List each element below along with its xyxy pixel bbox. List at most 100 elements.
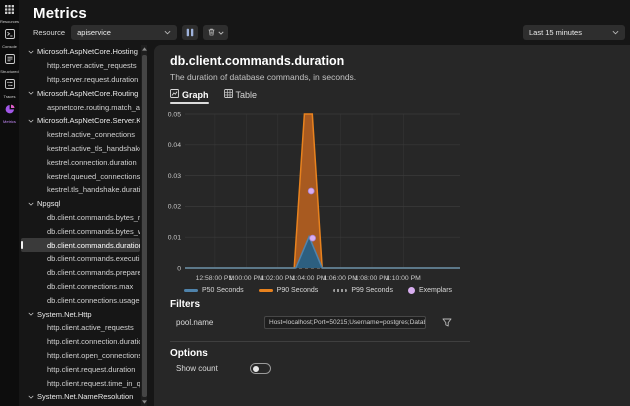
tree-item-label: http.server.request.duration — [47, 75, 138, 84]
sidebar-item-label: Metrics — [3, 120, 16, 124]
tree-item[interactable]: db.client.commands.duration — [21, 238, 140, 252]
tree-item[interactable]: http.client.connection.duration — [21, 335, 140, 349]
tree-item[interactable]: kestrel.active_connections — [21, 128, 140, 142]
tree-item[interactable]: kestrel.active_tls_handshakes — [21, 142, 140, 156]
legend-label: P90 Seconds — [277, 287, 319, 294]
tree-group-label: Npgsql — [37, 199, 60, 208]
legend-item-p50: P50 Seconds — [184, 287, 244, 294]
view-tabs: Graph Table — [170, 89, 257, 104]
scroll-down-icon[interactable] — [141, 398, 147, 406]
tree-item[interactable]: http.client.open_connections — [21, 349, 140, 363]
tab-graph[interactable]: Graph — [170, 89, 209, 104]
svg-text:1:04:00 PM: 1:04:00 PM — [292, 275, 327, 282]
remove-metrics-split-button[interactable] — [203, 25, 228, 40]
options-heading: Options — [170, 348, 208, 359]
chart-legend: P50 Seconds P90 Seconds P99 Seconds Exem… — [184, 287, 452, 294]
tree-group[interactable]: Microsoft.AspNetCore.Server.Kestrel — [21, 114, 140, 128]
toolbar: Resource apiservice Last 15 minutes — [33, 25, 625, 40]
resource-select[interactable]: apiservice — [71, 25, 177, 40]
tree-item[interactable]: http.client.request.time_in_queue — [21, 376, 140, 390]
tree-item[interactable]: db.client.connections.max — [21, 280, 140, 294]
tree-item-label: kestrel.connection.duration — [47, 158, 137, 167]
p99-swatch — [333, 289, 347, 292]
tree-group[interactable]: Npgsql — [21, 197, 140, 211]
tree-item[interactable]: db.client.commands.executing — [21, 252, 140, 266]
metrics-chart[interactable]: 12:58:00 PM1:00:00 PM1:02:00 PM1:04:00 P… — [162, 105, 472, 283]
sidebar-item-resources[interactable]: Resources — [0, 0, 19, 25]
tree-item-label: http.client.open_connections — [47, 351, 140, 360]
tab-table[interactable]: Table — [224, 89, 258, 104]
filter-value-select[interactable]: Host=localhost;Port=50215;Username=postg… — [264, 316, 426, 329]
tree-item-label: db.client.connections.usage — [47, 296, 140, 305]
table-icon — [224, 89, 233, 100]
tree-item-label: db.client.commands.bytes_written — [47, 227, 140, 236]
tree-item[interactable]: kestrel.connection.duration — [21, 155, 140, 169]
tree-item[interactable]: db.client.commands.bytes_read — [21, 211, 140, 225]
filter-name: pool.name — [176, 318, 264, 327]
tree-item[interactable]: aspnetcore.routing.match_attempts — [21, 100, 140, 114]
scrollbar-thumb[interactable] — [142, 55, 147, 397]
svg-text:0.02: 0.02 — [168, 204, 181, 211]
sidebar-item-console[interactable]: Console — [0, 25, 19, 50]
sidebar-item-traces[interactable]: Traces — [0, 75, 19, 100]
filter-funnel-icon[interactable] — [442, 318, 452, 327]
sidebar-item-metrics[interactable]: Metrics — [0, 100, 19, 125]
tree-item[interactable]: db.client.commands.prepared_ratio — [21, 266, 140, 280]
graph-icon — [170, 89, 179, 100]
tree-group-label: Microsoft.AspNetCore.Server.Kestrel — [37, 116, 140, 125]
tree-item[interactable]: db.client.commands.bytes_written — [21, 224, 140, 238]
tab-label: Table — [236, 90, 258, 100]
tree-item-label: kestrel.tls_handshake.duration — [47, 185, 140, 194]
legend-label: P99 Seconds — [351, 287, 393, 294]
tree-item-label: http.server.active_requests — [47, 61, 137, 70]
tree-group[interactable]: Microsoft.AspNetCore.Hosting — [21, 45, 140, 59]
tree-item-label: kestrel.active_tls_handshakes — [47, 144, 140, 153]
tree-item[interactable]: http.client.active_requests — [21, 321, 140, 335]
tree-item[interactable]: kestrel.queued_connections — [21, 169, 140, 183]
tree-item[interactable]: http.server.request.duration — [21, 73, 140, 87]
tree-scrollbar[interactable] — [141, 45, 147, 406]
tree-item-label: aspnetcore.routing.match_attempts — [47, 103, 140, 112]
scroll-up-icon[interactable] — [141, 45, 147, 53]
tree-group[interactable]: System.Net.NameResolution — [21, 390, 140, 404]
tree-item[interactable]: http.server.active_requests — [21, 59, 140, 73]
resource-label: Resource — [33, 28, 65, 37]
tree-item-label: db.client.commands.executing — [47, 254, 140, 263]
show-count-toggle[interactable] — [250, 363, 271, 374]
tree-group[interactable]: System.Net.Http — [21, 307, 140, 321]
svg-text:0.03: 0.03 — [168, 173, 181, 180]
tree-item[interactable]: http.client.request.duration — [21, 362, 140, 376]
chevron-down-icon — [28, 395, 34, 399]
section-divider — [170, 341, 470, 342]
legend-item-p99: P99 Seconds — [333, 287, 393, 294]
p50-swatch — [184, 289, 198, 292]
metric-description: The duration of database commands, in se… — [170, 72, 356, 82]
time-range-value: Last 15 minutes — [529, 28, 582, 37]
tab-label: Graph — [182, 90, 209, 100]
header: Metrics Resource apiservice Last 15 minu… — [19, 0, 630, 45]
tree-group-label: Microsoft.AspNetCore.Hosting — [37, 47, 138, 56]
tree-item-label: db.client.connections.max — [47, 282, 133, 291]
pause-incoming-data-button[interactable] — [182, 25, 198, 40]
tree-group-label: Microsoft.AspNetCore.Routing — [37, 89, 138, 98]
resources-grid-icon — [5, 1, 14, 19]
metric-title: db.client.commands.duration — [170, 54, 344, 68]
chevron-down-icon — [28, 202, 34, 206]
chevron-down-icon — [28, 50, 34, 54]
svg-text:1:02:00 PM: 1:02:00 PM — [260, 275, 295, 282]
svg-text:0.05: 0.05 — [168, 111, 181, 118]
sidebar-item-structured[interactable]: Structured — [0, 50, 19, 75]
time-range-select[interactable]: Last 15 minutes — [523, 25, 625, 40]
svg-text:1:00:00 PM: 1:00:00 PM — [229, 275, 264, 282]
filters-heading: Filters — [170, 299, 200, 310]
tree-item[interactable]: kestrel.tls_handshake.duration — [21, 183, 140, 197]
tree-group-label: System.Net.NameResolution — [37, 392, 133, 401]
page-title: Metrics — [33, 5, 87, 22]
metrics-chart-icon — [5, 101, 15, 119]
show-count-row: Show count — [176, 363, 271, 374]
metric-detail-panel: db.client.commands.duration The duration… — [154, 45, 630, 406]
tree-group[interactable]: Microsoft.AspNetCore.Routing — [21, 86, 140, 100]
chevron-down-icon — [28, 91, 34, 95]
tree-item-label: db.client.commands.duration — [47, 241, 140, 250]
tree-item[interactable]: db.client.connections.usage — [21, 293, 140, 307]
